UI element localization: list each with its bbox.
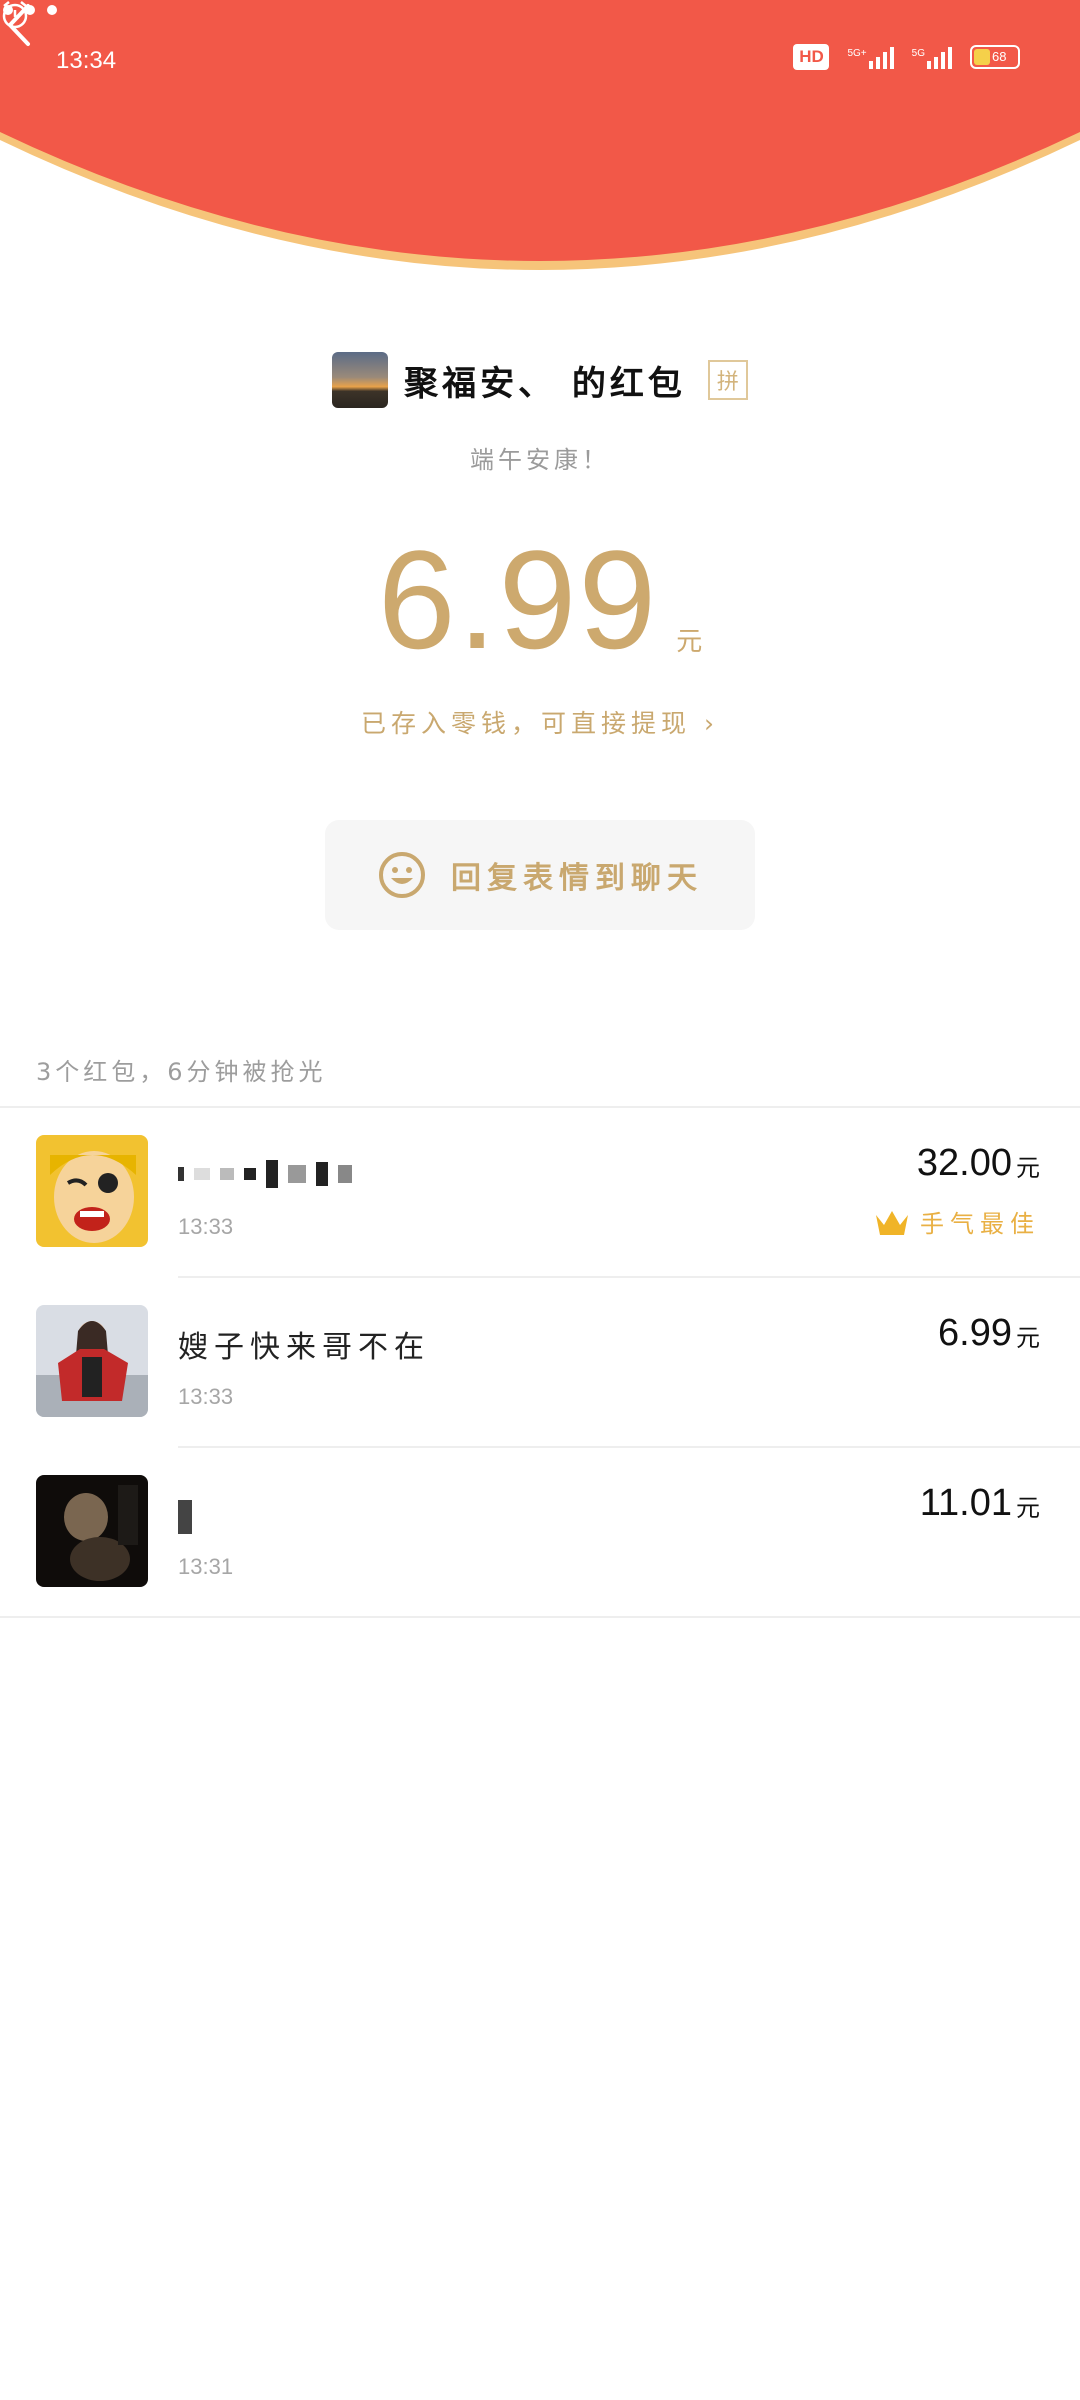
best-luck-badge: 手气最佳 <box>874 1204 1040 1239</box>
packet-title-row: 聚福安、 的红包 拼 <box>0 352 1080 408</box>
smile-icon <box>379 852 425 898</box>
reply-sticker-button[interactable]: 回复表情到聊天 <box>325 820 755 930</box>
pin-badge: 拼 <box>707 360 748 400</box>
status-time: 13:34 <box>56 47 117 74</box>
more-dots-icon[interactable] <box>0 0 60 20</box>
hd-badge: HD <box>793 44 830 70</box>
status-icons: HD 5G+ 5G 68 <box>793 44 1020 70</box>
amount-unit: 元 <box>676 627 703 657</box>
receiver-amount: 11.01 元 <box>919 1482 1040 1524</box>
amount-row: 6.99 元 <box>0 530 1080 670</box>
reply-sticker-label: 回复表情到聊天 <box>451 861 703 896</box>
signal-5g-plus-icon: 5G+ <box>847 45 894 69</box>
masked-name <box>178 1160 352 1188</box>
header-background <box>0 0 1080 270</box>
battery-icon: 68 <box>970 45 1020 69</box>
avatar <box>36 1305 148 1417</box>
crown-icon <box>876 1210 908 1235</box>
packet-summary: 3个红包，6分钟被抢光 <box>36 1058 327 1086</box>
list-item[interactable]: 13:31 11.01 元 <box>0 1448 1080 1618</box>
receiver-amount: 6.99 元 <box>938 1312 1040 1354</box>
packet-amount: 6.99 <box>377 521 659 678</box>
sender-avatar[interactable] <box>332 352 389 408</box>
receive-time: 13:31 <box>178 1554 234 1579</box>
receive-time: 13:33 <box>178 1384 234 1409</box>
packet-title: 聚福安、 的红包 <box>404 363 686 404</box>
header: 13:34 HD 5G+ 5G 68 <box>0 0 1080 280</box>
saved-to-change-link[interactable]: 已存入零钱，可直接提现 › <box>0 704 1080 740</box>
packet-greeting: 端午安康！ <box>470 446 610 474</box>
avatar <box>36 1475 148 1587</box>
list-item[interactable]: 13:33 32.00 元 手气最佳 <box>0 1108 1080 1278</box>
avatar <box>36 1135 148 1247</box>
list-item[interactable]: 嫂子快来哥不在 13:33 6.99 元 <box>0 1278 1080 1448</box>
receive-time: 13:33 <box>178 1214 234 1239</box>
masked-name <box>178 1500 192 1534</box>
receiver-amount: 32.00 元 <box>916 1142 1040 1184</box>
divider <box>0 1616 1080 1618</box>
signal-5g-icon: 5G <box>912 45 952 69</box>
receiver-list: 13:33 32.00 元 手气最佳 嫂子快来哥不在 13:33 6.99 元 … <box>0 1108 1080 1618</box>
receiver-name: 嫂子快来哥不在 <box>178 1330 430 1365</box>
